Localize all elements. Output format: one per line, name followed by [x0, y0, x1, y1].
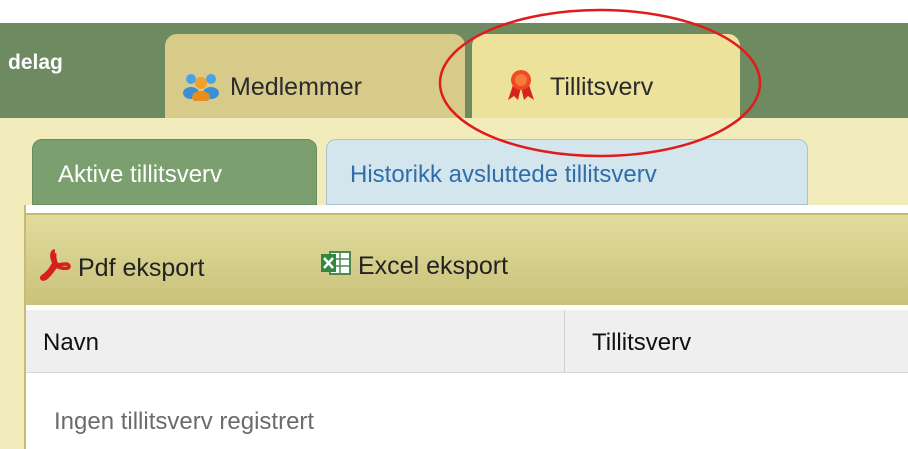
pdf-export-button[interactable]: Pdf eksport: [38, 248, 204, 289]
org-label: delag: [8, 51, 63, 74]
subtab-active-roles[interactable]: Aktive tillitsverv: [32, 139, 317, 205]
excel-export-label: Excel eksport: [358, 252, 509, 280]
tab-members[interactable]: Medlemmer: [165, 34, 465, 120]
column-divider: [564, 310, 565, 372]
column-header-role[interactable]: Tillitsverv: [592, 329, 691, 357]
export-toolbar: Pdf eksport Excel eksport: [26, 213, 908, 305]
excel-export-button[interactable]: Excel eksport: [318, 248, 508, 285]
subtab-role-history[interactable]: Historikk avsluttede tillitsverv: [326, 139, 808, 205]
tab-roles-label: Tillitsverv: [550, 73, 654, 101]
table-header: Navn Tillitsverv: [26, 310, 908, 373]
excel-icon: [318, 248, 358, 285]
empty-state-message: Ingen tillitsverv registrert: [54, 408, 315, 435]
tab-roles[interactable]: Tillitsverv: [472, 34, 740, 120]
pdf-export-label: Pdf eksport: [78, 254, 205, 282]
people-icon: [182, 69, 220, 103]
tab-members-label: Medlemmer: [230, 73, 362, 101]
ribbon-award-icon: [502, 69, 540, 101]
pdf-icon: [38, 248, 78, 289]
column-header-name[interactable]: Navn: [43, 329, 99, 357]
